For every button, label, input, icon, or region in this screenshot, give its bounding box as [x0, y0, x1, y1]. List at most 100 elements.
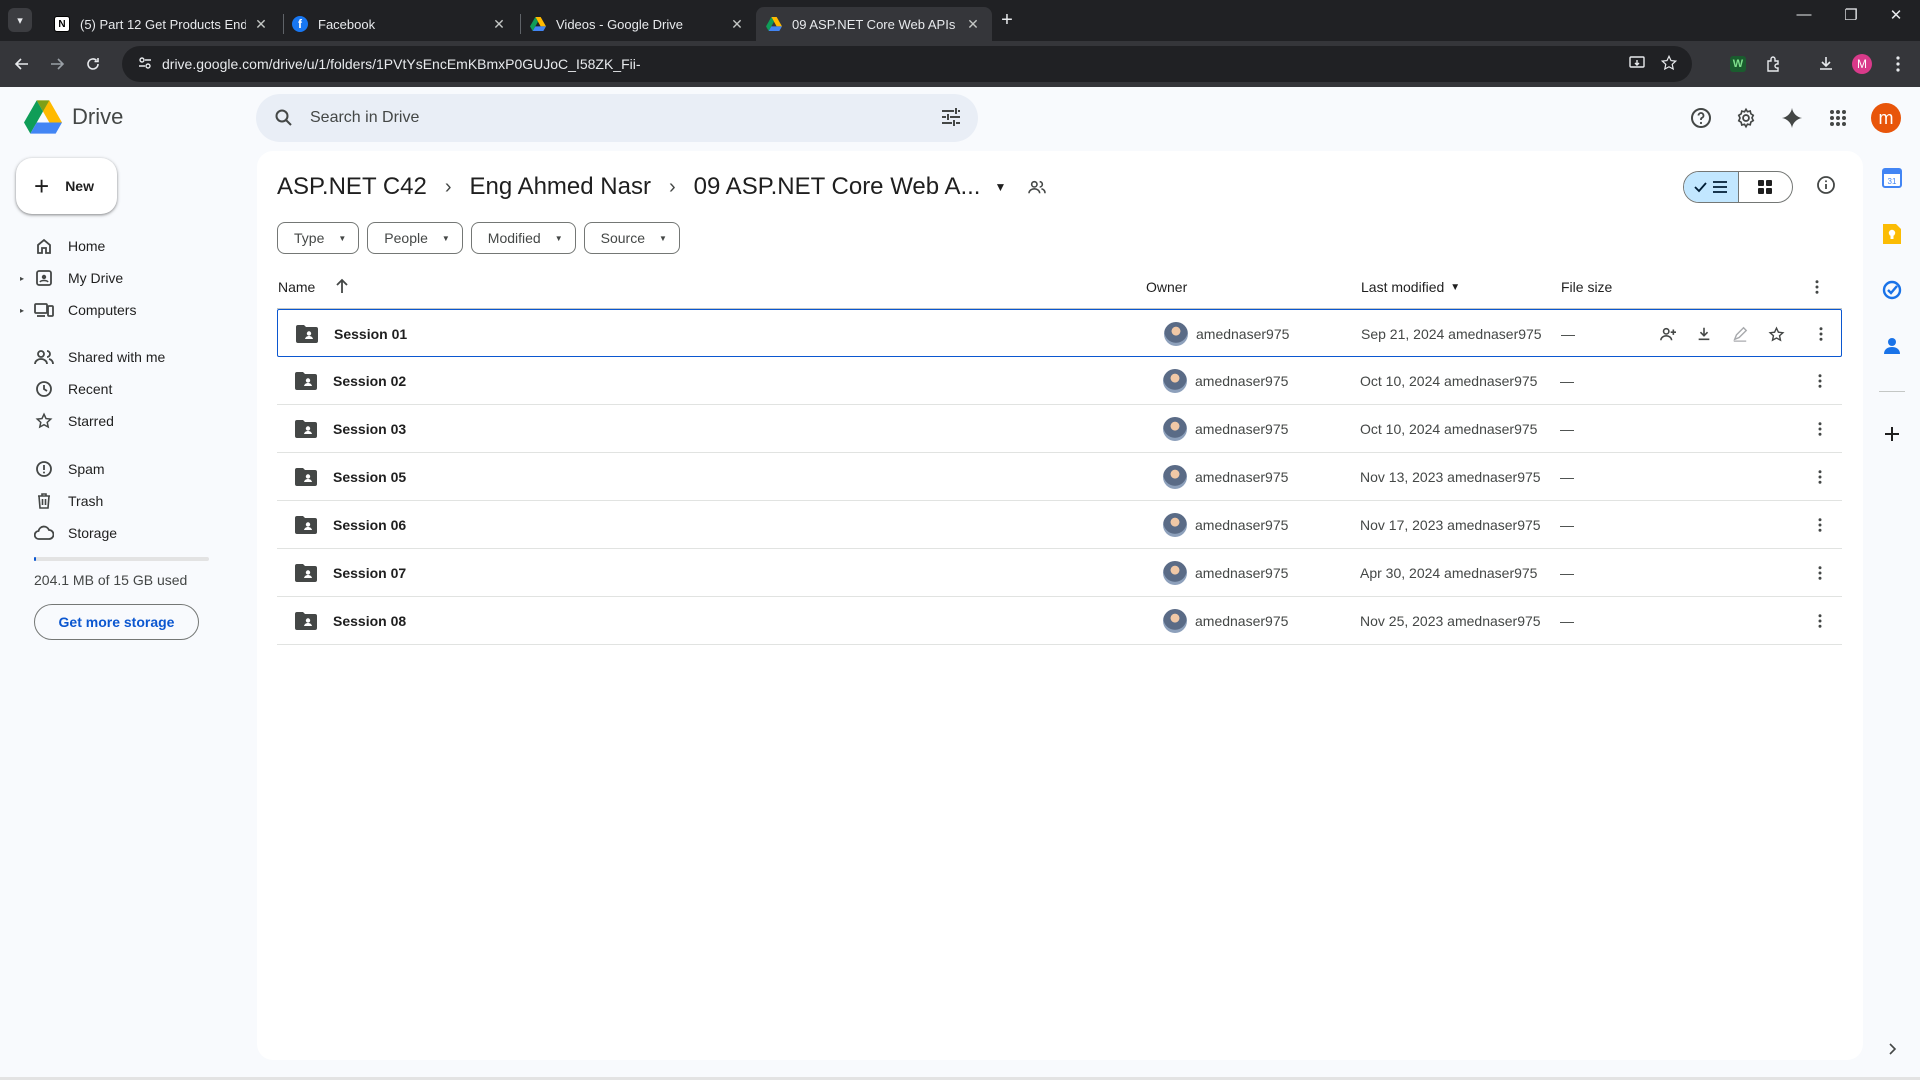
- tab-search-button[interactable]: ▾: [8, 8, 32, 32]
- extensions-puzzle-icon[interactable]: [1760, 50, 1788, 78]
- back-icon[interactable]: [8, 50, 36, 78]
- details-info-icon[interactable]: [1816, 175, 1836, 200]
- column-header-name[interactable]: Name: [278, 277, 349, 297]
- filter-modified[interactable]: Modified ▼: [470, 222, 576, 254]
- sort-ascending-icon[interactable]: [335, 278, 349, 297]
- filter-type[interactable]: Type ▼: [277, 222, 360, 254]
- extension-icon[interactable]: W: [1724, 50, 1752, 78]
- nav-item-spam[interactable]: Spam: [16, 453, 240, 485]
- list-view-button[interactable]: [1684, 172, 1739, 202]
- search-bar[interactable]: [256, 94, 978, 142]
- table-row[interactable]: Session 03 amednaser975 Oct 10, 2024 ame…: [277, 405, 1842, 453]
- file-name[interactable]: Session 06: [333, 517, 406, 533]
- rename-icon[interactable]: [1722, 326, 1758, 342]
- grid-view-button[interactable]: [1739, 172, 1793, 202]
- file-name[interactable]: Session 03: [333, 421, 406, 437]
- shared-folder-icon[interactable]: [1028, 179, 1047, 195]
- storage-usage-bar: [34, 557, 209, 561]
- name-cell: Session 05: [295, 453, 406, 501]
- keep-icon[interactable]: [1880, 222, 1904, 246]
- download-icon[interactable]: [1686, 326, 1722, 342]
- browser-tab-notion[interactable]: N (5) Part 12 Get Products Endpoi ✕: [44, 7, 280, 41]
- more-actions-icon[interactable]: [1808, 357, 1832, 405]
- browser-tab-videos-drive[interactable]: Videos - Google Drive ✕: [520, 7, 756, 41]
- column-header-file-size[interactable]: File size: [1561, 277, 1612, 297]
- nav-item-computers[interactable]: ▸ Computers: [16, 294, 240, 326]
- share-icon[interactable]: [1650, 326, 1686, 342]
- column-options-icon[interactable]: [1815, 277, 1819, 297]
- table-row[interactable]: Session 06 amednaser975 Nov 17, 2023 ame…: [277, 501, 1842, 549]
- new-tab-button[interactable]: +: [994, 8, 1020, 34]
- nav-item-my-drive[interactable]: ▸ My Drive: [16, 262, 240, 294]
- profile-avatar[interactable]: M: [1848, 50, 1876, 78]
- breadcrumb-item[interactable]: Eng Ahmed Nasr: [470, 173, 651, 201]
- new-button[interactable]: + New: [16, 158, 117, 214]
- nav-item-trash[interactable]: Trash: [16, 485, 240, 517]
- file-name[interactable]: Session 02: [333, 373, 406, 389]
- file-name[interactable]: Session 01: [334, 326, 407, 342]
- search-input[interactable]: [310, 109, 910, 127]
- file-name[interactable]: Session 08: [333, 613, 406, 629]
- search-icon[interactable]: [272, 106, 296, 130]
- tab-close-icon[interactable]: ✕: [728, 16, 746, 33]
- show-side-panel-chevron-icon[interactable]: [1880, 1037, 1904, 1061]
- gemini-sparkle-icon[interactable]: [1780, 106, 1804, 130]
- file-name[interactable]: Session 05: [333, 469, 406, 485]
- tasks-icon[interactable]: [1880, 278, 1904, 302]
- table-row[interactable]: Session 02 amednaser975 Oct 10, 2024 ame…: [277, 357, 1842, 405]
- get-addons-plus-icon[interactable]: [1880, 422, 1904, 446]
- settings-gear-icon[interactable]: [1734, 106, 1758, 130]
- restore-icon[interactable]: ❐: [1831, 6, 1871, 24]
- downloads-icon[interactable]: [1812, 50, 1840, 78]
- filter-people[interactable]: People ▼: [367, 222, 463, 254]
- install-app-icon[interactable]: [1628, 54, 1646, 77]
- apps-grid-icon[interactable]: [1826, 106, 1850, 130]
- account-avatar[interactable]: m: [1871, 103, 1901, 133]
- nav-item-shared-with-me[interactable]: Shared with me: [16, 341, 240, 373]
- table-row[interactable]: Session 08 amednaser975 Nov 25, 2023 ame…: [277, 597, 1842, 645]
- more-actions-icon[interactable]: [1808, 453, 1832, 501]
- nav-item-recent[interactable]: Recent: [16, 373, 240, 405]
- tab-close-icon[interactable]: ✕: [252, 16, 270, 33]
- more-actions-icon[interactable]: [1808, 501, 1832, 549]
- search-options-icon[interactable]: [940, 106, 962, 133]
- column-header-last-modified[interactable]: Last modified ▼: [1361, 277, 1460, 297]
- get-more-storage-button[interactable]: Get more storage: [34, 604, 199, 640]
- folder-menu-dropdown-icon[interactable]: ▼: [994, 180, 1006, 194]
- expand-caret-icon[interactable]: ▸: [16, 274, 28, 283]
- forward-icon[interactable]: [43, 50, 71, 78]
- more-actions-icon[interactable]: [1808, 597, 1832, 645]
- expand-caret-icon[interactable]: ▸: [16, 306, 28, 315]
- table-row[interactable]: Session 01 amednaser975 Sep 21, 2024 ame…: [277, 309, 1842, 357]
- minimize-icon[interactable]: —: [1784, 6, 1824, 23]
- drive-logo[interactable]: Drive: [24, 100, 123, 134]
- column-header-owner[interactable]: Owner: [1146, 277, 1187, 297]
- browser-tab-active[interactable]: 09 ASP.NET Core Web APIs - Go ✕: [756, 7, 992, 41]
- file-name[interactable]: Session 07: [333, 565, 406, 581]
- nav-item-home[interactable]: Home: [16, 230, 240, 262]
- breadcrumb-item[interactable]: ASP.NET C42: [277, 173, 427, 201]
- site-info-icon[interactable]: [132, 55, 158, 74]
- help-icon[interactable]: [1689, 106, 1713, 130]
- filter-source[interactable]: Source ▼: [583, 222, 680, 254]
- more-actions-icon[interactable]: [1808, 405, 1832, 453]
- more-actions-icon[interactable]: [1808, 549, 1832, 597]
- calendar-icon[interactable]: 31: [1880, 166, 1904, 190]
- tab-close-icon[interactable]: ✕: [490, 16, 508, 33]
- more-actions-icon[interactable]: [1809, 310, 1833, 358]
- nav-item-starred[interactable]: Starred: [16, 405, 240, 437]
- browser-menu-icon[interactable]: [1884, 50, 1912, 78]
- nav-label: Storage: [68, 525, 118, 541]
- nav-item-storage[interactable]: Storage: [16, 517, 240, 549]
- browser-tab-facebook[interactable]: f Facebook ✕: [282, 7, 518, 41]
- close-window-icon[interactable]: ✕: [1876, 6, 1916, 24]
- address-bar[interactable]: drive.google.com/drive/u/1/folders/1PVtY…: [122, 46, 1692, 82]
- current-folder-title[interactable]: 09 ASP.NET Core Web A...: [694, 173, 981, 201]
- bookmark-star-icon[interactable]: [1660, 54, 1678, 77]
- add-to-starred-icon[interactable]: [1758, 325, 1794, 343]
- table-row[interactable]: Session 07 amednaser975 Apr 30, 2024 ame…: [277, 549, 1842, 597]
- contacts-icon[interactable]: [1880, 334, 1904, 358]
- tab-close-icon[interactable]: ✕: [964, 16, 982, 33]
- table-row[interactable]: Session 05 amednaser975 Nov 13, 2023 ame…: [277, 453, 1842, 501]
- reload-icon[interactable]: [79, 50, 107, 78]
